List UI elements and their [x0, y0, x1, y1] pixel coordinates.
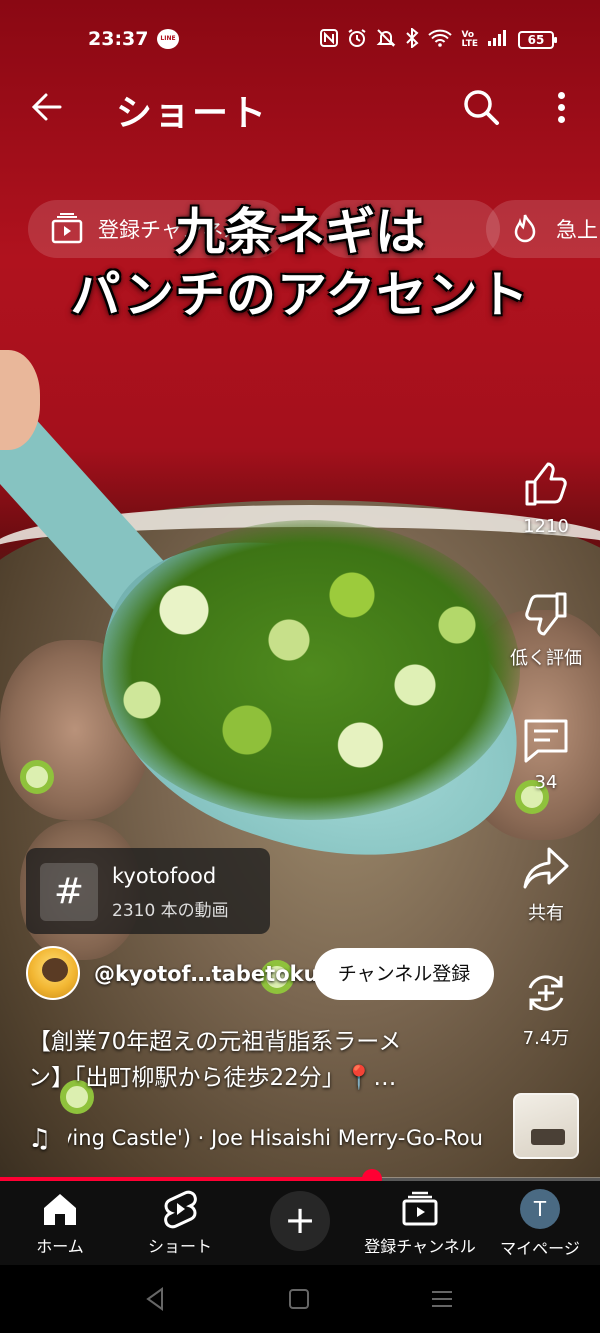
- bottom-navigation: ホーム ショート + 登録チャンネル T マイページ: [0, 1181, 600, 1265]
- more-dot-icon: [557, 91, 565, 99]
- menu-lines-icon: [432, 1291, 452, 1307]
- music-note-icon: ♫: [28, 1124, 52, 1154]
- nav-create[interactable]: +: [240, 1189, 360, 1251]
- system-menu-button[interactable]: [428, 1285, 456, 1313]
- video-title[interactable]: 【創業70年超えの元祖背脂系ラーメ ン】「出町柳駅から徒歩22分」📍…: [28, 1024, 478, 1096]
- subscriptions-icon: [402, 1191, 438, 1226]
- hashtag-icon: #: [40, 863, 98, 921]
- channel-handle[interactable]: @kyotof…tabetoku: [94, 962, 319, 986]
- share-label: 共有: [528, 903, 564, 924]
- nav-label: ホーム: [36, 1237, 84, 1256]
- share-icon: [523, 847, 569, 889]
- status-time: 23:37: [88, 28, 149, 50]
- like-button[interactable]: 1210: [506, 460, 586, 537]
- shorts-screen: { "status_bar": { "time": "23:37", "line…: [0, 0, 600, 1333]
- subscribe-button[interactable]: チャンネル登録: [314, 948, 494, 1000]
- back-arrow-icon: [31, 93, 62, 121]
- comment-icon: [524, 719, 568, 763]
- nav-label: ショート: [147, 1237, 212, 1256]
- wifi-icon: [428, 29, 453, 51]
- sound-thumbnail[interactable]: [513, 1093, 579, 1159]
- status-bar: 23:37 LINE Vo LTE 65: [0, 0, 600, 80]
- system-back-button[interactable]: [142, 1285, 170, 1313]
- share-button[interactable]: 共有: [506, 843, 586, 925]
- system-navigation-bar: [0, 1265, 600, 1333]
- nav-my-page[interactable]: T マイページ: [480, 1189, 600, 1259]
- alarm-icon: [347, 28, 367, 52]
- battery-icon: 65: [518, 31, 557, 49]
- remix-icon: [528, 975, 564, 1011]
- comment-count: 34: [534, 772, 558, 793]
- more-options-button[interactable]: [548, 86, 574, 128]
- music-text: ving Castle') · Joe Hisaishi Merry-Go-Ro…: [68, 1126, 498, 1150]
- volte-icon: Vo LTE: [461, 30, 478, 49]
- hashtag-card[interactable]: # kyotofood 2310 本の動画: [26, 848, 270, 934]
- nfc-icon: [320, 29, 339, 51]
- line-app-icon: LINE: [157, 29, 179, 49]
- signal-icon: [487, 29, 509, 51]
- nav-subscriptions[interactable]: 登録チャンネル: [360, 1189, 480, 1257]
- video-title-line: 【創業70年超えの元祖背脂系ラーメ: [28, 1029, 402, 1055]
- channel-row: @kyotof…tabetoku チャンネル登録: [26, 946, 496, 1004]
- dislike-label: 低く評価: [510, 648, 582, 669]
- page-title: ショート: [116, 93, 269, 134]
- nav-home[interactable]: ホーム: [0, 1189, 120, 1257]
- search-icon: [464, 90, 499, 125]
- thumbs-up-icon: [525, 462, 567, 506]
- user-avatar: T: [520, 1189, 560, 1229]
- back-button[interactable]: [26, 86, 68, 128]
- mute-icon: [376, 28, 396, 52]
- search-button[interactable]: [460, 86, 502, 128]
- status-icons: Vo LTE 65: [320, 26, 557, 52]
- nav-shorts[interactable]: ショート: [120, 1189, 240, 1257]
- hashtag-name: kyotofood: [112, 864, 217, 888]
- scallion-ring: [20, 760, 54, 794]
- video-title-line: ン】「出町柳駅から徒歩22分」📍…: [28, 1065, 397, 1091]
- nav-label: 登録チャンネル: [364, 1237, 476, 1256]
- like-count: 1210: [523, 516, 569, 537]
- thumbs-down-icon: [525, 592, 567, 636]
- bluetooth-icon: [405, 26, 419, 52]
- music-title: ving Castle') · Joe Hisaishi Merry-Go-Ro…: [68, 1126, 483, 1150]
- remix-button[interactable]: 7.4万: [506, 968, 586, 1050]
- create-plus-icon: +: [270, 1191, 330, 1251]
- green-onions: [100, 520, 520, 820]
- shorts-icon: [164, 1190, 197, 1229]
- triangle-back-icon: [146, 1287, 163, 1311]
- music-row[interactable]: ♫ ving Castle') · Joe Hisaishi Merry-Go-…: [28, 1124, 498, 1156]
- more-dot-icon: [557, 115, 565, 123]
- system-home-button[interactable]: [285, 1285, 313, 1313]
- channel-avatar[interactable]: [26, 946, 80, 1000]
- remix-count: 7.4万: [522, 1028, 570, 1049]
- top-bar: ショート: [0, 78, 600, 138]
- comments-button[interactable]: 34: [506, 716, 586, 793]
- dislike-button[interactable]: 低く評価: [506, 588, 586, 670]
- square-home-icon: [289, 1289, 309, 1309]
- more-dot-icon: [557, 103, 565, 111]
- video-caption-line1: 九条ネギは: [175, 202, 425, 261]
- home-icon: [44, 1194, 76, 1225]
- video-caption-line2: パンチのアクセント: [70, 265, 530, 324]
- hashtag-video-count: 2310 本の動画: [112, 901, 229, 921]
- nav-label: マイページ: [500, 1239, 580, 1258]
